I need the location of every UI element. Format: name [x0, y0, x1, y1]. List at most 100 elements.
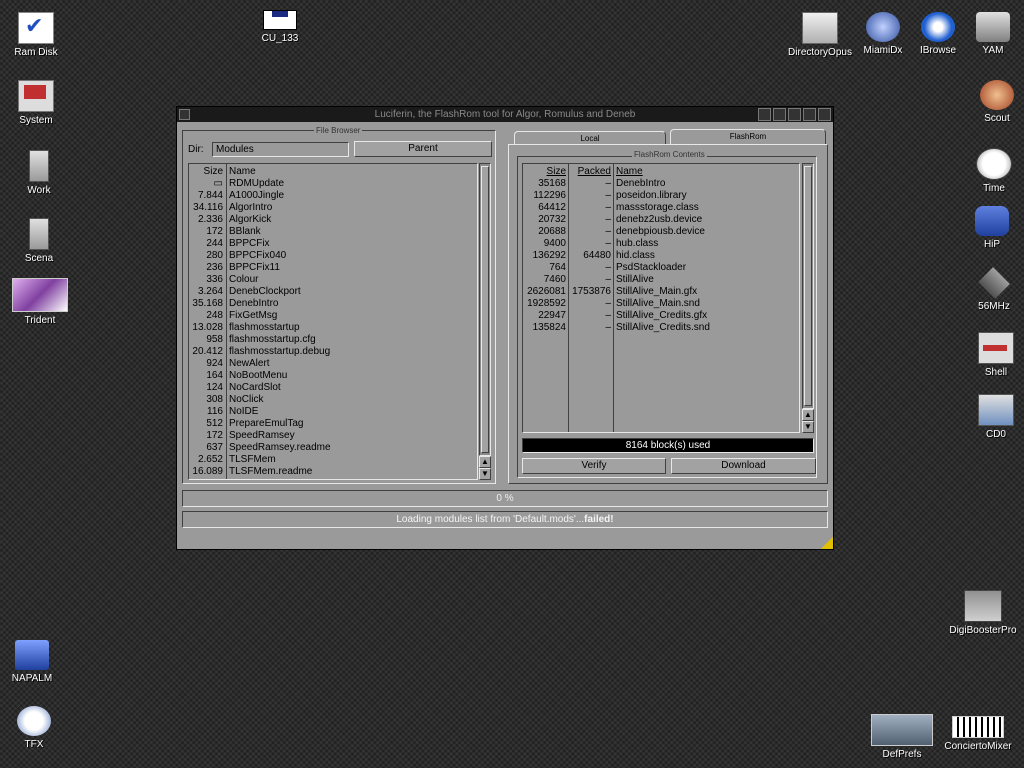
flashrom-row[interactable]: 112296 – poseidon.library: [523, 190, 799, 202]
tab-flashrom[interactable]: FlashRom: [670, 129, 826, 145]
file-list-scrollbar[interactable]: [479, 163, 491, 456]
scout-icon[interactable]: Scout: [957, 80, 1024, 124]
flashrom-row[interactable]: 7460 – StillAlive: [523, 274, 799, 286]
hip-image: [975, 206, 1009, 236]
flashrom-list[interactable]: Size Packed Name 35168– DenebIntro 112296–…: [522, 163, 800, 433]
file-row[interactable]: 958 flashmosstartup.cfg: [189, 334, 477, 346]
flashrom-row[interactable]: 1928592 – StillAlive_Main.snd: [523, 298, 799, 310]
file-row[interactable]: 2.652 TLSFMem: [189, 454, 477, 466]
file-row[interactable]: 924 NewAlert: [189, 358, 477, 370]
module-name: hid.class: [616, 250, 655, 261]
cpu-chip-image: [978, 267, 1010, 299]
file-list[interactable]: Size Name ▭ RDMUpdate 7.844 A1000Jingle 34.1…: [188, 163, 478, 480]
file-row[interactable]: 280 BPPCFix040: [189, 250, 477, 262]
conciertomixer-icon[interactable]: ConciertoMixer: [938, 716, 1018, 752]
file-row[interactable]: 35.168 DenebIntro: [189, 298, 477, 310]
window-titlebar[interactable]: Luciferin, the FlashRom tool for Algor, …: [177, 107, 833, 122]
time-icon[interactable]: Time: [954, 148, 1024, 194]
cu133-floppy-icon[interactable]: CU_133: [240, 10, 320, 44]
file-row[interactable]: 3.264 DenebClockport: [189, 286, 477, 298]
file-row[interactable]: 308 NoClick: [189, 394, 477, 406]
file-row[interactable]: 172 BBlank: [189, 226, 477, 238]
ram-disk-icon[interactable]: Ram Disk: [0, 12, 76, 58]
flashrom-row[interactable]: 9400 – hub.class: [523, 238, 799, 250]
size-header[interactable]: Size: [189, 166, 223, 178]
56mhz-icon[interactable]: 56MHz: [954, 267, 1024, 312]
jump-icon[interactable]: [773, 108, 786, 121]
download-button[interactable]: Download: [671, 458, 816, 474]
scroll-down-icon[interactable]: ▼: [479, 468, 491, 480]
work-drive-icon[interactable]: Work: [0, 150, 79, 196]
trident-icon[interactable]: Trident: [0, 278, 80, 326]
file-row[interactable]: 244 BPPCFix: [189, 238, 477, 250]
defprefs-icon[interactable]: DefPrefs: [862, 714, 942, 760]
flashrom-row[interactable]: 64412 – massstorage.class: [523, 202, 799, 214]
flashrom-row[interactable]: 22947 – StillAlive_Credits.gfx: [523, 310, 799, 322]
file-browser-label: File Browser: [314, 126, 363, 135]
file-row[interactable]: 512 PrepareEmulTag: [189, 418, 477, 430]
file-row[interactable]: 7.844 A1000Jingle: [189, 190, 477, 202]
file-row[interactable]: 16.089 TLSFMem.readme: [189, 466, 477, 478]
module-size: 35168: [538, 178, 566, 189]
file-row[interactable]: 236 BPPCFix11: [189, 262, 477, 274]
yam-icon[interactable]: YAM: [953, 12, 1024, 56]
file-row[interactable]: 248 FixGetMsg: [189, 310, 477, 322]
scroll-down-icon[interactable]: ▼: [802, 421, 814, 433]
module-name: DenebIntro: [616, 178, 666, 189]
flashrom-row[interactable]: 20732 – denebz2usb.device: [523, 214, 799, 226]
clock-image: [976, 148, 1012, 180]
file-row[interactable]: 34.116 AlgorIntro: [189, 202, 477, 214]
tfx-icon[interactable]: TFX: [0, 706, 74, 750]
scroll-knob[interactable]: [481, 166, 489, 453]
system-drive-icon[interactable]: System: [0, 80, 76, 126]
file-row[interactable]: 116 NoIDE: [189, 406, 477, 418]
zoom-icon[interactable]: [803, 108, 816, 121]
file-row[interactable]: 172 SpeedRamsey: [189, 430, 477, 442]
file-size: 2.336: [197, 214, 223, 225]
depth-icon[interactable]: [818, 108, 831, 121]
scout-image: [980, 80, 1014, 110]
flashrom-row[interactable]: 2626081 1753876 StillAlive_Main.gfx: [523, 286, 799, 298]
scroll-up-icon[interactable]: ▲: [802, 409, 814, 421]
file-row[interactable]: 2.336 AlgorKick: [189, 214, 477, 226]
resize-handle-icon[interactable]: [821, 537, 833, 549]
file-row[interactable]: 637 SpeedRamsey.readme: [189, 442, 477, 454]
name-header[interactable]: Name: [616, 166, 643, 178]
file-row[interactable]: 164 NoBootMenu: [189, 370, 477, 382]
snapshot-icon[interactable]: [788, 108, 801, 121]
file-name: NoIDE: [229, 406, 259, 417]
iconify-icon[interactable]: [758, 108, 771, 121]
desktop-icon-label: DigiBoosterPro: [949, 625, 1017, 636]
flashrom-scrollbar[interactable]: [802, 163, 814, 409]
file-row[interactable]: 124 NoCardSlot: [189, 382, 477, 394]
parent-button[interactable]: Parent: [354, 141, 492, 157]
napalm-icon[interactable]: NAPALM: [0, 640, 72, 684]
packed-header[interactable]: Packed: [569, 166, 611, 178]
file-row[interactable]: 13.028 flashmosstartup: [189, 322, 477, 334]
verify-button[interactable]: Verify: [522, 458, 666, 474]
digibooster-icon[interactable]: DigiBoosterPro: [943, 590, 1023, 636]
shell-icon[interactable]: Shell: [956, 332, 1024, 378]
module-size: 764: [549, 262, 566, 273]
flashrom-row[interactable]: 20688 – denebpiousb.device: [523, 226, 799, 238]
file-size: 20.412: [192, 346, 223, 357]
scroll-up-icon[interactable]: ▲: [479, 456, 491, 468]
size-header[interactable]: Size: [523, 166, 566, 178]
tab-local[interactable]: Local: [514, 131, 666, 145]
flashrom-row[interactable]: 135824 – StillAlive_Credits.snd: [523, 322, 799, 334]
flashrom-row[interactable]: 136292 64480 hid.class: [523, 250, 799, 262]
file-size: 7.844: [197, 190, 223, 201]
dir-field[interactable]: Modules: [212, 142, 349, 157]
scroll-knob[interactable]: [804, 166, 812, 406]
scena-drive-icon[interactable]: Scena: [0, 218, 79, 264]
hip-icon[interactable]: HiP: [952, 206, 1024, 250]
name-header[interactable]: Name: [229, 166, 256, 178]
cd0-icon[interactable]: CD0: [956, 394, 1024, 440]
flashrom-row[interactable]: 764 – PsdStackloader: [523, 262, 799, 274]
defprefs-image: [871, 714, 933, 746]
file-row[interactable]: 20.412 flashmosstartup.debug: [189, 346, 477, 358]
close-icon[interactable]: [179, 109, 190, 120]
flashrom-row[interactable]: 35168 – DenebIntro: [523, 178, 799, 190]
file-row[interactable]: ▭ RDMUpdate: [189, 178, 477, 190]
file-row[interactable]: 336 Colour: [189, 274, 477, 286]
